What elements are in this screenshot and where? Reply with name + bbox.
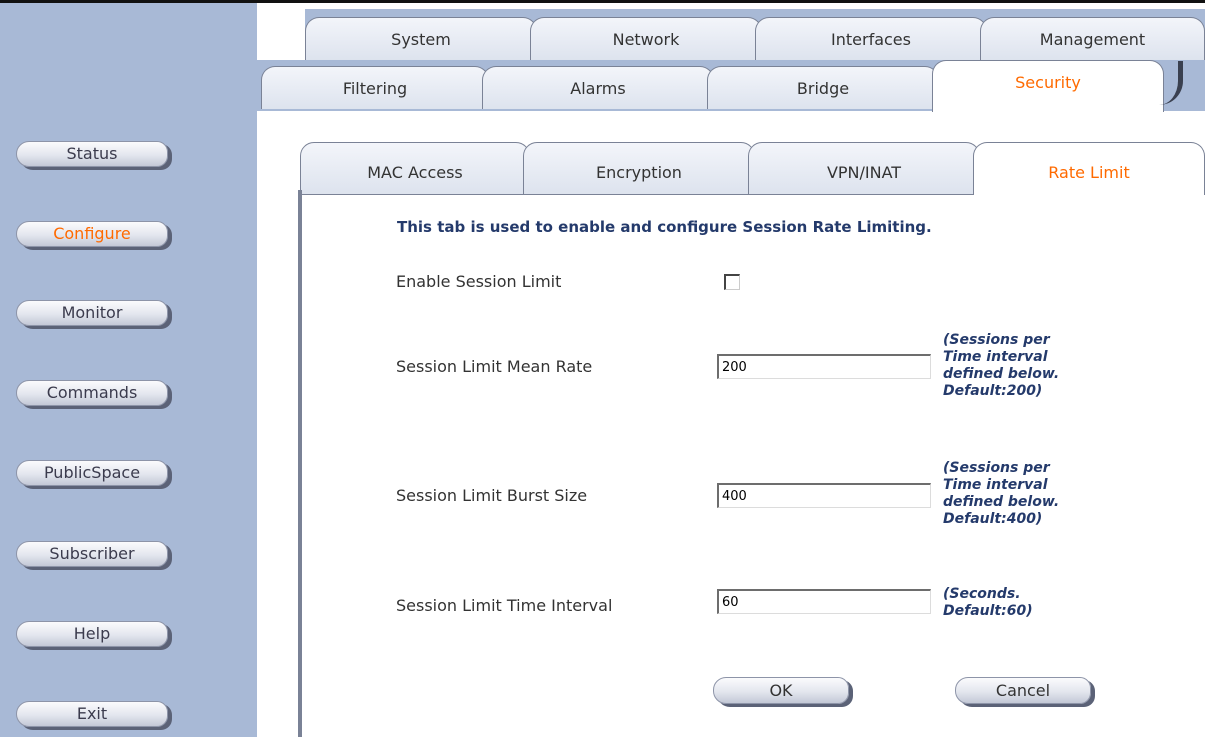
tab-label: MAC Access	[367, 163, 463, 182]
tab-label: Network	[612, 30, 680, 49]
sidebar-item-monitor[interactable]: Monitor	[16, 300, 168, 326]
sidebar-item-publicspace[interactable]: PublicSpace	[16, 460, 168, 486]
burst-size-input[interactable]	[717, 483, 931, 508]
sidebar-item-status[interactable]: Status	[16, 141, 168, 167]
sub-tab-row: Filtering Alarms Bridge Security	[257, 60, 1205, 112]
tab-rate-limit[interactable]: Rate Limit	[973, 142, 1205, 195]
main-tab-row: System Network Interfaces Management	[305, 9, 1205, 62]
tab-label: Security	[1015, 73, 1081, 92]
intro-text: This tab is used to enable and configure…	[397, 218, 932, 236]
time-interval-hint: (Seconds. Default:60)	[943, 586, 1033, 619]
time-interval-label: Session Limit Time Interval	[396, 596, 613, 615]
tab-management[interactable]: Management	[980, 17, 1205, 60]
tab-vpn-inat[interactable]: VPN/INAT	[748, 142, 980, 195]
tab-security[interactable]: Security	[932, 60, 1183, 112]
tab-label: Management	[1039, 30, 1146, 49]
cancel-button[interactable]: Cancel	[955, 677, 1091, 704]
sidebar-item-configure[interactable]: Configure	[16, 221, 168, 247]
security-tab-row: MAC Access Encryption VPN/INAT Rate Limi…	[298, 142, 1205, 195]
sidebar-item-subscriber[interactable]: Subscriber	[16, 541, 168, 567]
tab-label: Interfaces	[831, 30, 911, 49]
sidebar-item-commands[interactable]: Commands	[16, 380, 168, 406]
tab-bridge[interactable]: Bridge	[707, 66, 939, 109]
tab-label: Encryption	[596, 163, 682, 182]
burst-size-hint: (Sessions per Time interval defined belo…	[943, 460, 1060, 527]
sidebar-item-help[interactable]: Help	[16, 621, 168, 647]
ok-button[interactable]: OK	[713, 677, 849, 704]
enable-session-limit-label: Enable Session Limit	[396, 272, 562, 291]
tab-network[interactable]: Network	[530, 17, 781, 62]
enable-session-limit-checkbox[interactable]	[724, 274, 740, 290]
tab-label: System	[391, 30, 451, 49]
tab-interfaces[interactable]: Interfaces	[755, 17, 1006, 62]
tab-label: Filtering	[342, 79, 408, 98]
tab-label: Rate Limit	[1048, 163, 1130, 182]
tab-curve	[1150, 61, 1183, 105]
burst-size-label: Session Limit Burst Size	[396, 486, 588, 505]
panel-border	[298, 190, 302, 737]
time-interval-input[interactable]	[717, 589, 931, 614]
mean-rate-input[interactable]	[717, 354, 931, 379]
tab-encryption[interactable]: Encryption	[523, 142, 755, 195]
tab-label: Alarms	[570, 79, 626, 98]
mean-rate-hint: (Sessions per Time interval defined belo…	[943, 332, 1060, 399]
tab-filtering[interactable]: Filtering	[261, 66, 489, 109]
tab-label: Bridge	[796, 79, 850, 98]
tab-mac-access[interactable]: MAC Access	[300, 142, 530, 195]
sidebar-item-exit[interactable]: Exit	[16, 701, 168, 727]
mean-rate-label: Session Limit Mean Rate	[396, 357, 593, 376]
tab-label: VPN/INAT	[826, 163, 902, 182]
tab-system[interactable]: System	[305, 17, 556, 62]
sidebar: Status Configure Monitor Commands Public…	[0, 3, 257, 737]
tab-alarms[interactable]: Alarms	[482, 66, 714, 109]
